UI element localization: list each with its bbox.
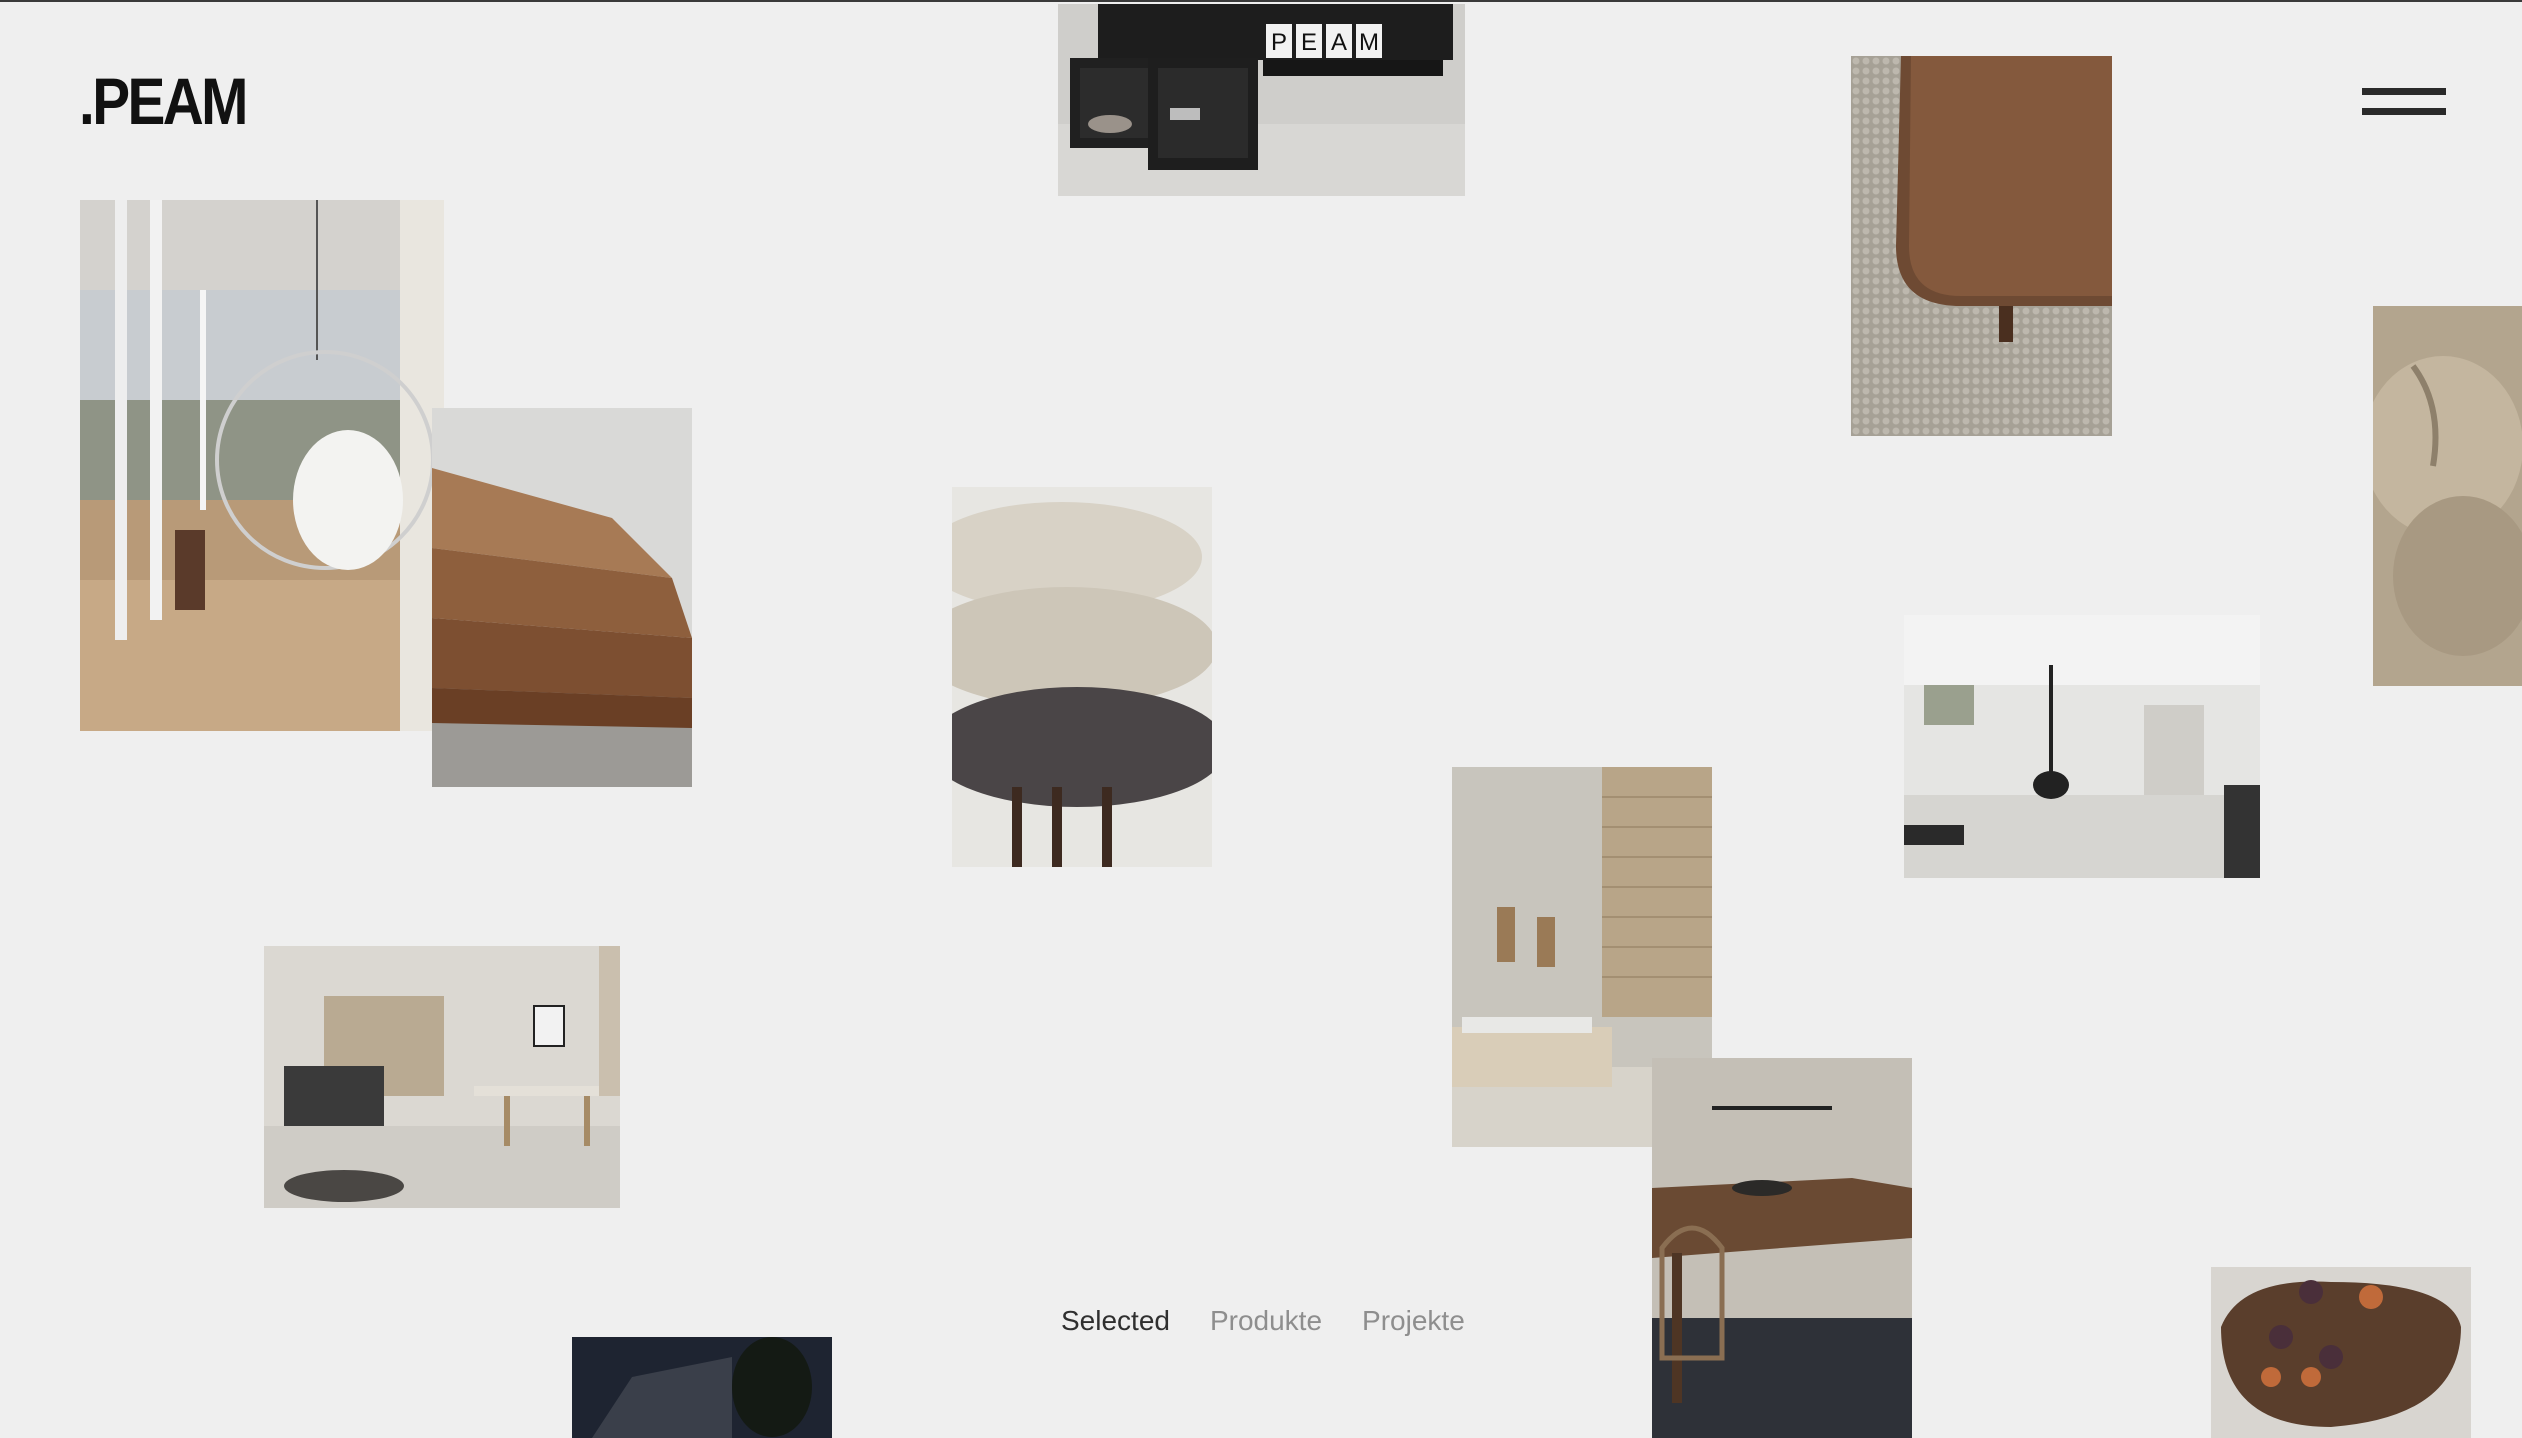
- image-tile-wall-shelf[interactable]: P E A M: [1058, 4, 1465, 196]
- image-tile-night-exterior[interactable]: [572, 1337, 832, 1438]
- image-tile-fur-closeup[interactable]: [2373, 306, 2522, 686]
- walnut-table-image: [1851, 56, 2112, 436]
- hamburger-menu-icon[interactable]: [2362, 88, 2446, 124]
- category-filter-nav: Selected Produkte Projekte: [1061, 1305, 1465, 1337]
- figs-board-image: [2211, 1267, 2471, 1438]
- shelf-letter: A: [1331, 29, 1347, 56]
- menu-line: [2362, 88, 2446, 95]
- image-tile-kitchen-dining[interactable]: [264, 946, 620, 1208]
- shelf-letter: P: [1271, 29, 1287, 56]
- sheepskin-stack-image: [952, 487, 1212, 867]
- fur-closeup-image: [2373, 306, 2522, 686]
- fireplace-room-image: [1904, 615, 2260, 878]
- image-tile-bubble-chair[interactable]: [80, 200, 444, 731]
- image-tile-sheepskin-stack[interactable]: [952, 487, 1212, 867]
- shelf-letter: E: [1301, 29, 1317, 56]
- filter-selected[interactable]: Selected: [1061, 1305, 1170, 1337]
- image-tile-fireplace-room[interactable]: [1904, 615, 2260, 878]
- wall-shelf-image: P E A M: [1058, 4, 1465, 196]
- image-tile-walnut-table[interactable]: [1851, 56, 2112, 436]
- filter-projekte[interactable]: Projekte: [1362, 1305, 1465, 1337]
- leather-cushions-image: [432, 408, 692, 787]
- logo[interactable]: .PEAM: [79, 68, 248, 134]
- dining-table-image: [1652, 1058, 1912, 1438]
- shelf-letter: M: [1359, 29, 1379, 56]
- filter-produkte[interactable]: Produkte: [1210, 1305, 1322, 1337]
- image-tile-leather-cushions[interactable]: [432, 408, 692, 787]
- menu-line: [2362, 108, 2446, 115]
- night-exterior-image: [572, 1337, 832, 1438]
- image-tile-figs-board[interactable]: [2211, 1267, 2471, 1438]
- kitchen-dining-image: [264, 946, 620, 1208]
- bubble-chair-image: [80, 200, 444, 731]
- image-tile-dining-table[interactable]: [1652, 1058, 1912, 1438]
